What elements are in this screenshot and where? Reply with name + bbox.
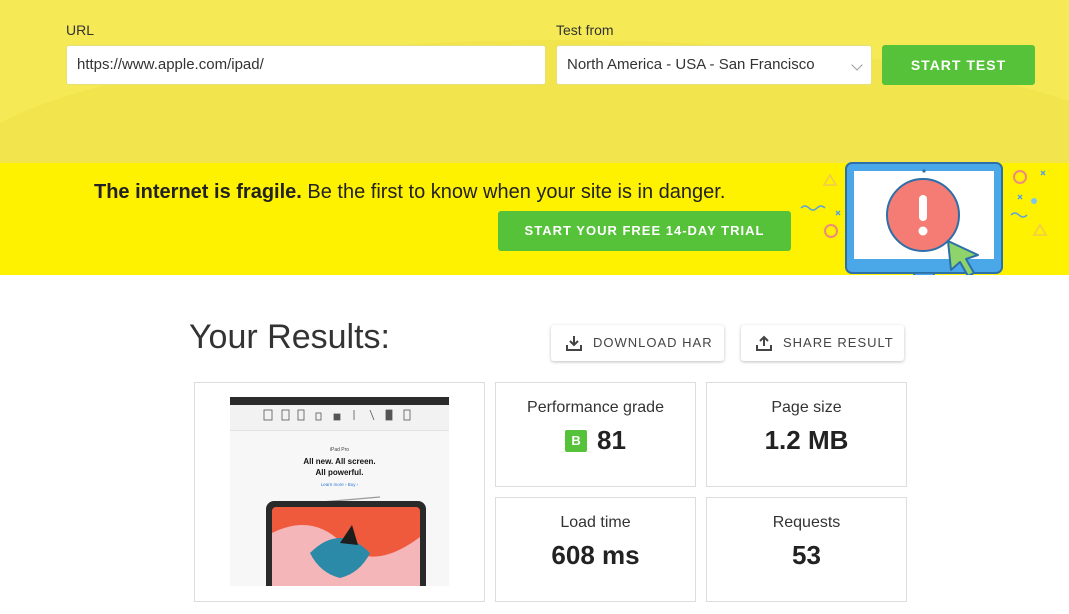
promo-banner: The internet is fragile. Be the first to… (0, 162, 1069, 275)
requests-value: 53 (792, 540, 821, 570)
requests-label: Requests (772, 514, 841, 531)
test-from-label: Test from (556, 22, 614, 38)
page-size-value: 1.2 MB (764, 425, 849, 455)
preview-product-nav (230, 405, 449, 431)
chevron-down-icon (851, 59, 863, 71)
page-size-label: Page size (771, 399, 842, 416)
page-screenshot: iPad Pro All new. All screen. All powerf… (230, 397, 449, 586)
load-time-value: 608 ms (551, 540, 640, 570)
upload-icon (756, 335, 772, 351)
download-icon (566, 336, 582, 351)
page-size-card: Page size 1.2 MB (706, 382, 907, 487)
preview-headline-2: All powerful. (315, 468, 364, 477)
preview-global-nav (230, 397, 449, 405)
load-time-label: Load time (560, 514, 631, 531)
requests-card: Requests 53 (706, 497, 907, 602)
load-time-card: Load time 608 ms (495, 497, 696, 602)
performance-grade-value: 81 (597, 425, 626, 455)
grade-badge: B (565, 430, 588, 452)
banner-headline: The internet is fragile. Be the first to… (94, 181, 725, 204)
start-test-button[interactable]: START TEST (882, 45, 1035, 85)
preview-kicker: iPad Pro (329, 447, 350, 453)
performance-grade-card: Performance grade B 81 (495, 382, 696, 487)
download-har-label: DOWNLOAD HAR (593, 335, 713, 350)
test-from-value: North America - USA - San Francisco (567, 56, 815, 73)
monitor-alert-illustration (800, 162, 1048, 275)
results-title: Your Results: (189, 318, 390, 356)
preview-headline-1: All new. All screen. (303, 457, 376, 466)
start-trial-button[interactable]: START YOUR FREE 14-DAY TRIAL (498, 211, 791, 251)
ipad-product-image (266, 496, 426, 586)
banner-headline-rest: Be the first to know when your site is i… (301, 181, 726, 203)
banner-headline-bold: The internet is fragile. (94, 181, 302, 203)
performance-grade-label: Performance grade (527, 399, 664, 416)
url-input[interactable]: https://www.apple.com/ipad/ (66, 45, 546, 85)
url-label: URL (66, 22, 95, 38)
share-result-button[interactable]: SHARE RESULT (741, 325, 904, 361)
test-from-select[interactable]: North America - USA - San Francisco (556, 45, 872, 85)
preview-links: Learn more › Buy › (320, 482, 359, 487)
download-har-button[interactable]: DOWNLOAD HAR (551, 325, 724, 361)
share-result-label: SHARE RESULT (783, 335, 894, 350)
